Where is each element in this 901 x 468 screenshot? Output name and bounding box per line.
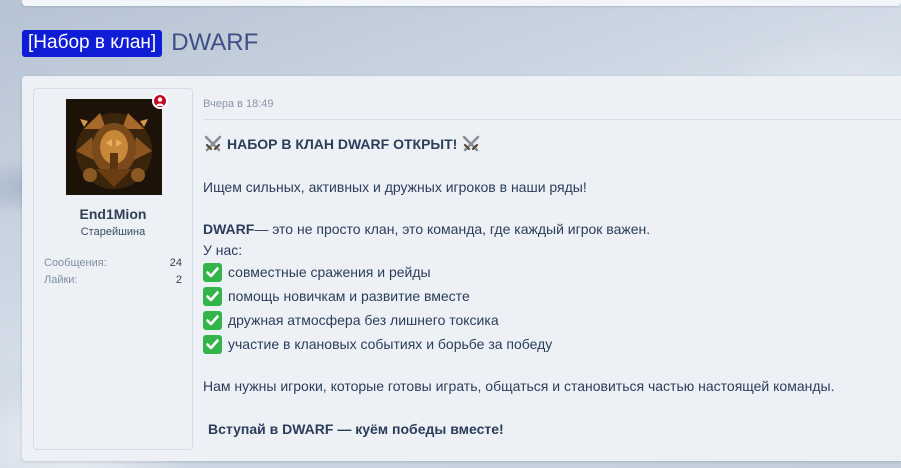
user-rank: Старейшина — [80, 226, 146, 238]
feature-item: совместные сражения и рейды — [203, 261, 431, 283]
post-description: DWARF — это не просто клан, это команда,… — [203, 218, 650, 240]
check-mark-icon — [203, 334, 222, 354]
post-heading: НАБОР В КЛАН DWARF ОТКРЫТ! — [203, 133, 481, 155]
thread-title-text: DWARF — [171, 29, 259, 56]
likes-stat: Лайки: 2 — [44, 274, 182, 286]
messages-label: Сообщения: — [44, 257, 107, 269]
we-have-label: У нас: — [203, 242, 243, 258]
post-need: Нам нужны игроки, которые готовы играть,… — [203, 378, 835, 394]
post-call-to-action: Вступай в DWARF — куём победы вместе! — [208, 421, 504, 437]
post-date-link[interactable]: Вчера в 18:49 — [203, 98, 274, 110]
feature-text: участие в клановых событиях и борьбе за … — [228, 336, 553, 352]
feature-item: дружная атмосфера без лишнего токсика — [203, 309, 499, 331]
crossed-swords-icon — [463, 135, 480, 152]
online-status-icon — [152, 93, 168, 109]
likes-label: Лайки: — [44, 274, 78, 286]
feature-text: совместные сражения и рейды — [228, 264, 431, 280]
post-heading-text: НАБОР В КЛАН DWARF ОТКРЫТ! — [227, 136, 458, 152]
feature-item: участие в клановых событиях и борьбе за … — [203, 333, 552, 355]
check-mark-icon — [203, 286, 222, 306]
messages-value: 24 — [169, 257, 182, 269]
previous-block-edge — [22, 0, 901, 6]
avatar-image-icon — [66, 99, 162, 195]
likes-value: 2 — [175, 274, 182, 286]
thread-prefix-label[interactable]: [Набор в клан] — [22, 29, 163, 57]
messages-stat: Сообщения: 24 — [44, 257, 182, 269]
user-info-panel: End1Mion Старейшина Сообщения: 24 Лайки:… — [33, 88, 193, 450]
user-avatar[interactable] — [66, 99, 162, 195]
post-card: End1Mion Старейшина Сообщения: 24 Лайки:… — [22, 76, 901, 461]
feature-text: дружная атмосфера без лишнего токсика — [228, 312, 499, 328]
post-divider — [203, 119, 901, 120]
check-mark-icon — [203, 310, 222, 330]
feature-text: помощь новичкам и развитие вместе — [228, 288, 470, 304]
thread-title: [Набор в клан] DWARF — [22, 29, 258, 57]
crossed-swords-icon — [204, 135, 222, 152]
clan-name: DWARF — [203, 221, 255, 237]
feature-item: помощь новичкам и развитие вместе — [203, 285, 470, 307]
username-link[interactable]: End1Mion — [34, 206, 192, 222]
description-text: — это не просто клан, это команда, где к… — [254, 221, 651, 237]
post-intro: Ищем сильных, активных и дружных игроков… — [203, 179, 587, 195]
check-mark-icon — [203, 262, 222, 282]
